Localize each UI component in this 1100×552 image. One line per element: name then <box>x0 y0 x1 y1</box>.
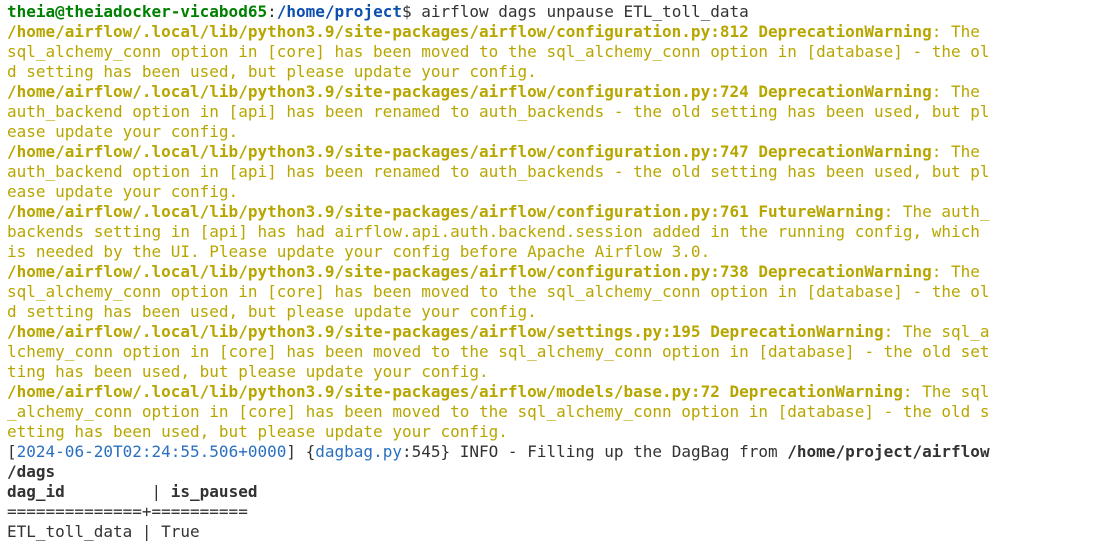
column-separator: | <box>64 482 171 501</box>
log-open-brace: { <box>305 442 316 461</box>
warning-text: : The sql <box>902 382 990 401</box>
warning-header-line: /home/airflow/.local/lib/python3.9/site-… <box>7 322 1100 342</box>
warning-source-path: /home/airflow/.local/lib/python3.9/site-… <box>7 382 720 401</box>
column-header-dag-id: dag_id <box>7 482 65 501</box>
log-close-bracket: ] <box>286 442 306 461</box>
warning-text-line: _alchemy_conn option in [core] has been … <box>7 402 990 421</box>
cell-dag-id: ETL_toll_data <box>7 522 133 541</box>
warning-text-line: lchemy_conn option in [core] has been mo… <box>7 342 990 361</box>
log-close-brace: } <box>440 442 460 461</box>
log-path-continued: /dags <box>7 462 56 481</box>
warning-text: : The sql_a <box>883 322 990 341</box>
terminal-window[interactable]: theia@theiadocker-vicabod65:/home/projec… <box>0 0 1100 552</box>
warning-type: DeprecationWarning <box>758 262 932 281</box>
prompt-user-host: theia@theiadocker-vicabod65 <box>7 2 268 21</box>
warning-text-line: sql_alchemy_conn option in [core] has be… <box>7 42 990 61</box>
prompt-line: theia@theiadocker-vicabod65:/home/projec… <box>7 2 1100 22</box>
warning-header-line: /home/airflow/.local/lib/python3.9/site-… <box>7 202 1100 222</box>
warning-text: : The <box>931 22 980 41</box>
log-lineno: :545 <box>401 442 441 461</box>
prompt-separator: : <box>267 2 277 21</box>
warning-header-line: /home/airflow/.local/lib/python3.9/site-… <box>7 142 1100 162</box>
info-log-line: [2024-06-20T02:24:55.506+0000] {dagbag.p… <box>7 442 1100 462</box>
warning-text-line: etting has been used, but please update … <box>7 422 508 441</box>
column-separator: | <box>132 522 162 541</box>
log-message: INFO - Filling up the DagBag from <box>459 442 788 461</box>
command-text: airflow dags unpause ETL_toll_data <box>421 2 749 21</box>
column-header-is-paused: is_paused <box>170 482 258 501</box>
warning-text: : The <box>931 262 980 281</box>
warning-text-line: ease update your config. <box>7 122 239 141</box>
warning-text-line: sql_alchemy_conn option in [core] has be… <box>7 282 990 301</box>
warning-source-path: /home/airflow/.local/lib/python3.9/site-… <box>7 142 749 161</box>
warning-text-line: d setting has been used, but please upda… <box>7 62 537 81</box>
log-path: /home/project/airflow <box>787 442 990 461</box>
warning-source-path: /home/airflow/.local/lib/python3.9/site-… <box>7 322 701 341</box>
log-open-bracket: [ <box>7 442 17 461</box>
warning-text-line: auth_backend option in [api] has been re… <box>7 102 990 121</box>
warning-type: DeprecationWarning <box>729 382 903 401</box>
warning-header-line: /home/airflow/.local/lib/python3.9/site-… <box>7 382 1100 402</box>
warning-text: : The <box>931 142 980 161</box>
warning-text-line: is needed by the UI. Please update your … <box>7 242 711 261</box>
cell-is-paused: True <box>161 522 200 541</box>
warning-text-line: ting has been used, but please update yo… <box>7 362 489 381</box>
warning-header-line: /home/airflow/.local/lib/python3.9/site-… <box>7 82 1100 102</box>
warning-type: DeprecationWarning <box>758 82 932 101</box>
warning-text: : The <box>931 82 980 101</box>
log-timestamp: 2024-06-20T02:24:55.506+0000 <box>16 442 287 461</box>
warning-text-line: d setting has been used, but please upda… <box>7 302 537 321</box>
warning-type: DeprecationWarning <box>710 322 884 341</box>
prompt-path: /home/project <box>276 2 402 21</box>
warning-source-path: /home/airflow/.local/lib/python3.9/site-… <box>7 22 749 41</box>
warning-type: FutureWarning <box>758 202 884 221</box>
prompt-symbol: $ <box>401 2 422 21</box>
warning-source-path: /home/airflow/.local/lib/python3.9/site-… <box>7 82 749 101</box>
warning-header-line: /home/airflow/.local/lib/python3.9/site-… <box>7 22 1100 42</box>
log-module: dagbag.py <box>315 442 402 461</box>
warning-text-line: auth_backend option in [api] has been re… <box>7 162 990 181</box>
warning-source-path: /home/airflow/.local/lib/python3.9/site-… <box>7 262 749 281</box>
warning-text-line: ease update your config. <box>7 182 239 201</box>
table-header-row: dag_id | is_paused <box>7 482 1100 502</box>
warning-text-line: backends setting in [api] has had airflo… <box>7 222 980 241</box>
warning-type: DeprecationWarning <box>758 22 932 41</box>
table-row: ETL_toll_data | True <box>7 522 1100 542</box>
warning-header-line: /home/airflow/.local/lib/python3.9/site-… <box>7 262 1100 282</box>
table-separator-row: ==============+========== <box>7 502 248 521</box>
warning-source-path: /home/airflow/.local/lib/python3.9/site-… <box>7 202 749 221</box>
warning-text: : The auth_ <box>883 202 990 221</box>
warning-type: DeprecationWarning <box>758 142 932 161</box>
